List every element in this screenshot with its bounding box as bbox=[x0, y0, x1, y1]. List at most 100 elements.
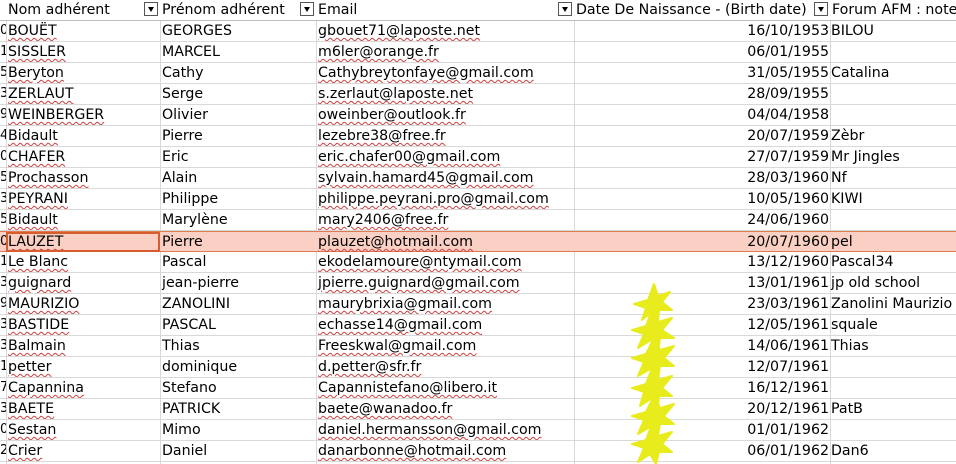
cell-nom[interactable]: Le Blanc bbox=[6, 252, 160, 272]
cell-nom[interactable]: WEINBERGER bbox=[6, 105, 160, 125]
cell-date[interactable]: 23/03/1961 bbox=[574, 294, 830, 314]
cell-prenom[interactable]: PATRICK bbox=[160, 399, 316, 419]
filter-dropdown-icon[interactable] bbox=[144, 2, 158, 16]
filter-dropdown-icon[interactable] bbox=[558, 2, 572, 16]
cell-prenom[interactable]: PASCAL bbox=[160, 315, 316, 335]
cell-email[interactable]: Cathybreytonfaye@gmail.com bbox=[316, 63, 574, 83]
cell-nom[interactable]: CHAFER bbox=[6, 147, 160, 167]
cell-email[interactable]: daniel.hermansson@gmail.com bbox=[316, 420, 574, 440]
header-forum[interactable]: Forum AFM : note bbox=[830, 0, 956, 21]
cell-email[interactable]: Capannistefano@libero.it bbox=[316, 378, 574, 398]
table-row[interactable]: 4 Bidault Pierre lezebre38@free.fr 20/07/195… bbox=[0, 126, 956, 147]
cell-prenom[interactable]: Pierre bbox=[160, 232, 316, 252]
cell-prenom[interactable]: Eric bbox=[160, 147, 316, 167]
table-row[interactable]: 5 Bidault Marylène mary2406@free.fr 24/06/19… bbox=[0, 210, 956, 231]
table-row[interactable]: 1 SISSLER MARCEL m6ler@orange.fr 06/01/1955 bbox=[0, 42, 956, 63]
cell-date[interactable]: 06/01/1955 bbox=[574, 42, 830, 62]
cell-forum[interactable] bbox=[830, 420, 956, 440]
cell-prenom[interactable]: Olivier bbox=[160, 105, 316, 125]
cell-date[interactable]: 12/05/1961 bbox=[574, 315, 830, 335]
cell-forum[interactable]: PatB bbox=[830, 399, 956, 419]
cell-email[interactable]: echasse14@gmail.com bbox=[316, 315, 574, 335]
cell-forum[interactable]: Dan6 bbox=[830, 441, 956, 461]
table-row[interactable]: 0 CHAFER Eric eric.chafer00@gmail.com 27/07/… bbox=[0, 147, 956, 168]
cell-forum[interactable]: Zèbr bbox=[830, 126, 956, 146]
cell-forum[interactable] bbox=[830, 42, 956, 62]
cell-forum[interactable]: pel bbox=[830, 232, 956, 252]
cell-forum[interactable] bbox=[830, 378, 956, 398]
table-row[interactable]: 1 petter dominique d.petter@sfr.fr 12/07/196… bbox=[0, 357, 956, 378]
cell-nom[interactable]: petter bbox=[6, 357, 160, 377]
cell-date[interactable]: 13/01/1961 bbox=[574, 273, 830, 293]
cell-email[interactable]: lezebre38@free.fr bbox=[316, 126, 574, 146]
filter-dropdown-icon[interactable] bbox=[814, 2, 828, 16]
cell-date[interactable]: 16/12/1961 bbox=[574, 378, 830, 398]
cell-forum[interactable]: jp old school bbox=[830, 273, 956, 293]
cell-forum[interactable]: squale bbox=[830, 315, 956, 335]
cell-nom[interactable]: Prochasson bbox=[6, 168, 160, 188]
cell-date[interactable]: 13/12/1960 bbox=[574, 252, 830, 272]
cell-forum[interactable] bbox=[830, 84, 956, 104]
table-row[interactable]: 0 LAUZET Pierre plauzet@hotmail.com 20/07/19… bbox=[0, 231, 956, 252]
cell-nom[interactable]: BOUËT bbox=[6, 21, 160, 41]
table-row[interactable]: 3 ZERLAUT Serge s.zerlaut@laposte.net 28/09/… bbox=[0, 84, 956, 105]
cell-email[interactable]: jpierre.guignard@gmail.com bbox=[316, 273, 574, 293]
cell-date[interactable]: 06/01/1962 bbox=[574, 441, 830, 461]
cell-date[interactable]: 14/06/1961 bbox=[574, 336, 830, 356]
table-row[interactable]: 3 guignard jean-pierre jpierre.guignard@gma… bbox=[0, 273, 956, 294]
cell-date[interactable]: 16/10/1953 bbox=[574, 21, 830, 41]
cell-prenom[interactable]: Thias bbox=[160, 336, 316, 356]
header-email[interactable]: Email bbox=[316, 0, 574, 21]
cell-prenom[interactable]: GEORGES bbox=[160, 21, 316, 41]
table-row[interactable]: 5 Beryton Cathy Cathybreytonfaye@gmail.com 3… bbox=[0, 63, 956, 84]
cell-forum[interactable]: Nf bbox=[830, 168, 956, 188]
table-row[interactable]: 3 BASTIDE PASCAL echasse14@gmail.com 12/05/1… bbox=[0, 315, 956, 336]
header-prenom[interactable]: Prénom adhérent bbox=[160, 0, 316, 21]
cell-email[interactable]: eric.chafer00@gmail.com bbox=[316, 147, 574, 167]
cell-prenom[interactable]: ZANOLINI bbox=[160, 294, 316, 314]
cell-prenom[interactable]: Mimo bbox=[160, 420, 316, 440]
cell-prenom[interactable]: Pierre bbox=[160, 126, 316, 146]
cell-forum[interactable]: BILOU bbox=[830, 21, 956, 41]
cell-email[interactable]: d.petter@sfr.fr bbox=[316, 357, 574, 377]
table-row[interactable]: 1 Le Blanc Pascal ekodelamoure@ntymail.com 1… bbox=[0, 252, 956, 273]
cell-date[interactable]: 10/05/1960 bbox=[574, 189, 830, 209]
header-nom[interactable]: Nom adhérent bbox=[6, 0, 160, 21]
table-row[interactable]: 3 PEYRANI Philippe philippe.peyrani.pro@gma… bbox=[0, 189, 956, 210]
cell-prenom[interactable]: Cathy bbox=[160, 63, 316, 83]
table-row[interactable]: 3 BAETE PATRICK baete@wanadoo.fr 20/12/1961 P… bbox=[0, 399, 956, 420]
cell-prenom[interactable]: Serge bbox=[160, 84, 316, 104]
cell-prenom[interactable]: Daniel bbox=[160, 441, 316, 461]
cell-forum[interactable] bbox=[830, 210, 956, 230]
cell-email[interactable]: oweinber@outlook.fr bbox=[316, 105, 574, 125]
cell-email[interactable]: maurybrixia@gmail.com bbox=[316, 294, 574, 314]
cell-nom[interactable]: Capannina bbox=[6, 378, 160, 398]
filter-dropdown-icon[interactable] bbox=[300, 2, 314, 16]
cell-date[interactable]: 20/07/1960 bbox=[574, 232, 830, 252]
cell-nom[interactable]: Beryton bbox=[6, 63, 160, 83]
cell-nom[interactable]: MAURIZIO bbox=[6, 294, 160, 314]
cell-date[interactable]: 04/04/1958 bbox=[574, 105, 830, 125]
cell-prenom[interactable]: Marylène bbox=[160, 210, 316, 230]
cell-date[interactable]: 28/09/1955 bbox=[574, 84, 830, 104]
cell-forum[interactable]: Mr Jingles bbox=[830, 147, 956, 167]
cell-email[interactable]: sylvain.hamard45@gmail.com bbox=[316, 168, 574, 188]
cell-nom[interactable]: ZERLAUT bbox=[6, 84, 160, 104]
cell-nom[interactable]: LAUZET bbox=[6, 232, 160, 252]
cell-nom[interactable]: BAETE bbox=[6, 399, 160, 419]
cell-date[interactable]: 12/07/1961 bbox=[574, 357, 830, 377]
cell-nom[interactable]: BASTIDE bbox=[6, 315, 160, 335]
cell-email[interactable]: danarbonne@hotmail.com bbox=[316, 441, 574, 461]
cell-prenom[interactable]: Stefano bbox=[160, 378, 316, 398]
cell-nom[interactable]: Bidault bbox=[6, 126, 160, 146]
cell-email[interactable]: plauzet@hotmail.com bbox=[316, 232, 574, 252]
cell-forum[interactable]: Zanolini Maurizio bbox=[830, 294, 956, 314]
table-row[interactable]: 0 BOUËT GEORGES gbouet71@laposte.net 16/10/1… bbox=[0, 21, 956, 42]
table-row[interactable]: 5 Prochasson Alain sylvain.hamard45@gmail.c… bbox=[0, 168, 956, 189]
cell-date[interactable]: 20/12/1961 bbox=[574, 399, 830, 419]
cell-date[interactable]: 31/05/1955 bbox=[574, 63, 830, 83]
cell-prenom[interactable]: Philippe bbox=[160, 189, 316, 209]
cell-prenom[interactable]: Alain bbox=[160, 168, 316, 188]
cell-prenom[interactable]: Pascal bbox=[160, 252, 316, 272]
cell-forum[interactable]: Catalina bbox=[830, 63, 956, 83]
